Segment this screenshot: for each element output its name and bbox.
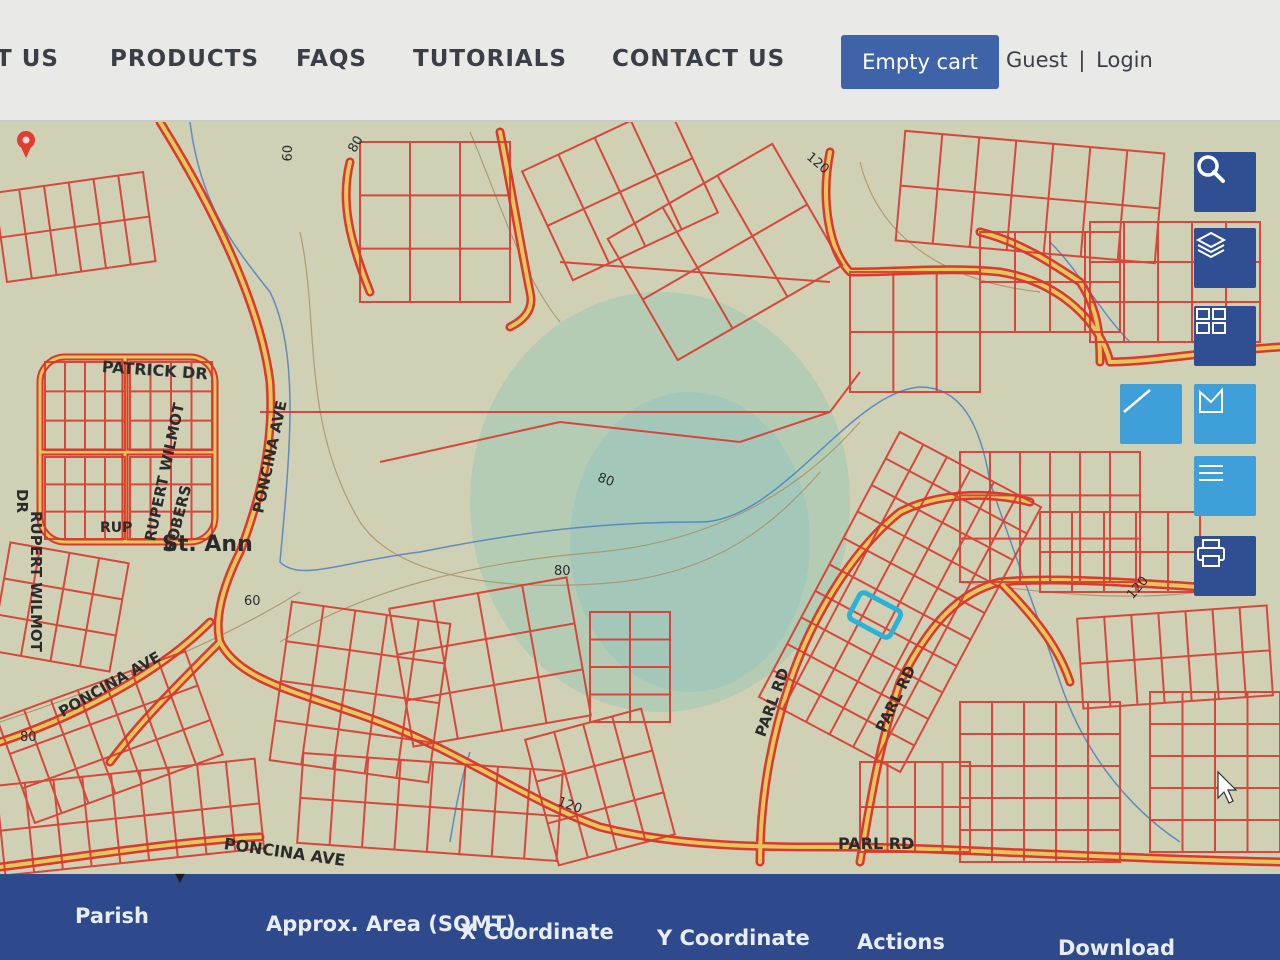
nav-link-tutorials[interactable]: TUTORIALS xyxy=(413,46,567,72)
layers-icon xyxy=(1195,231,1227,259)
nav-link-products[interactable]: PRODUCTS xyxy=(110,46,259,72)
column-header-parish[interactable]: Parish xyxy=(75,904,149,928)
street-label-rupert-wilmot-dr: DR xyxy=(13,489,31,514)
street-label-parl-rd-3: PARL RD xyxy=(838,834,915,853)
auth-links: Guest | Login xyxy=(1006,48,1153,72)
measure-distance-button[interactable] xyxy=(1120,384,1182,444)
results-table-header: ▼ Parish Approx. Area (SQMT) X Coordinat… xyxy=(0,870,1280,960)
grid-icon xyxy=(1196,308,1226,334)
contour-label: 80 xyxy=(554,564,571,579)
place-label-st-ann: St. Ann xyxy=(162,532,253,557)
contour-label: 60 xyxy=(280,144,297,162)
column-header-actions[interactable]: Actions xyxy=(857,930,945,954)
map-print-button[interactable] xyxy=(1194,536,1256,596)
top-nav-bar: T US PRODUCTS FAQS TUTORIALS CONTACT US … xyxy=(0,0,1280,122)
nav-link-faqs[interactable]: FAQS xyxy=(296,46,367,72)
sort-indicator[interactable]: ▼ xyxy=(172,870,188,888)
map-layers-button[interactable] xyxy=(1194,228,1256,288)
column-header-download[interactable]: Download xyxy=(1058,936,1175,960)
empty-cart-button[interactable]: Empty cart xyxy=(841,35,999,89)
column-header-y-coordinate[interactable]: Y Coordinate xyxy=(657,926,810,950)
search-icon xyxy=(1197,155,1225,183)
print-icon xyxy=(1197,539,1225,567)
auth-separator: | xyxy=(1078,48,1086,72)
measure-line-icon xyxy=(1123,389,1151,413)
map-grid-button[interactable] xyxy=(1194,306,1256,366)
street-label-rup: RUP xyxy=(100,520,133,536)
map-list-button[interactable] xyxy=(1194,456,1256,516)
street-label-rupert-wilmot: RUPERT WILMOT xyxy=(27,511,45,652)
column-header-x-coordinate[interactable]: X Coordinate xyxy=(460,920,614,944)
contour-label: 80 xyxy=(20,730,37,745)
measure-area-button[interactable] xyxy=(1194,384,1256,444)
list-icon xyxy=(1199,465,1223,481)
login-link[interactable]: Login xyxy=(1096,48,1153,72)
nav-link-about-us[interactable]: T US xyxy=(0,46,59,72)
measure-area-icon xyxy=(1199,387,1223,413)
contour-label: 60 xyxy=(244,594,261,609)
parcel-map[interactable]: PATRICK DR RUPERT WILMOT DR RUPERT WILMO… xyxy=(0,122,1280,874)
guest-link[interactable]: Guest xyxy=(1006,48,1068,72)
map-search-button[interactable] xyxy=(1194,152,1256,212)
nav-link-contact-us[interactable]: CONTACT US xyxy=(612,46,785,72)
